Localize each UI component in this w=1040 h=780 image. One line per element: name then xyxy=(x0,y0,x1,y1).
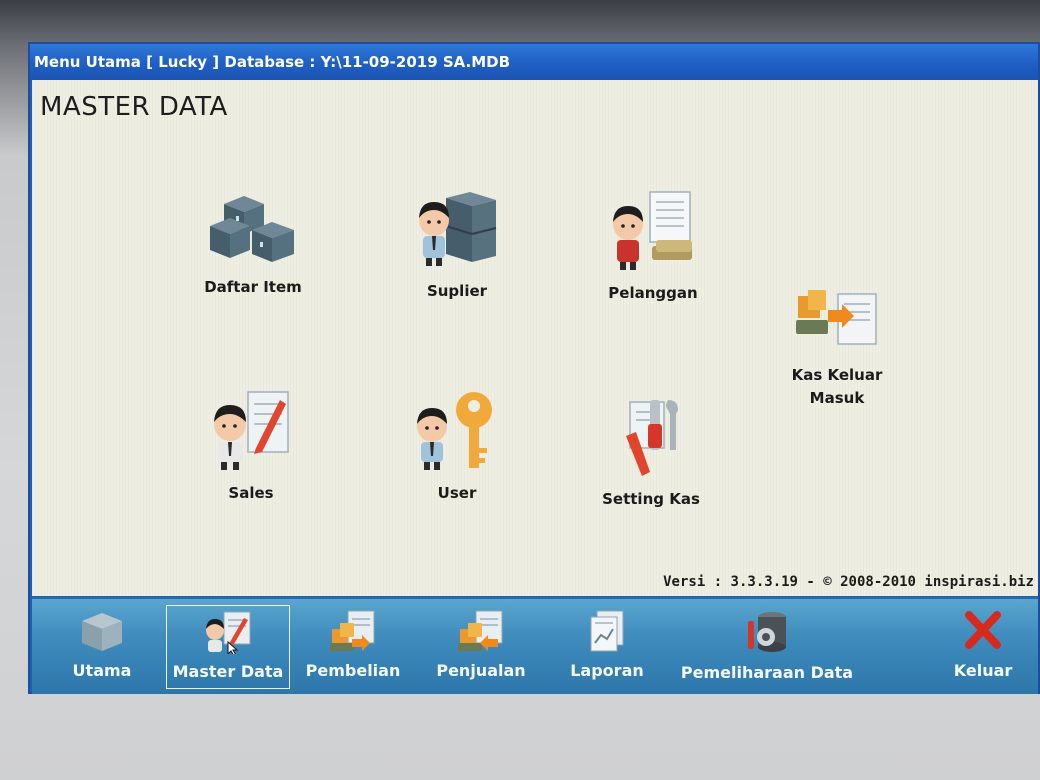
toolbar-laporan-label: Laporan xyxy=(570,661,644,680)
version-info: Versi : 3.3.3.19 - © 2008-2010 inspirasi… xyxy=(663,574,1034,590)
toolbar-master-data-label: Master Data xyxy=(172,662,284,681)
toolbar-keluar-label: Keluar xyxy=(953,661,1013,680)
menu-setting-kas-label: Setting Kas xyxy=(602,490,700,508)
master-data-panel: MASTER DATA Daftar Item Suplier Pelangga… xyxy=(32,80,1038,596)
user-key-icon xyxy=(417,392,492,470)
menu-user-label: User xyxy=(437,484,477,502)
menu-sales[interactable]: Sales xyxy=(176,388,326,505)
toolbar-keluar[interactable]: Keluar xyxy=(938,605,1028,689)
customer-icon xyxy=(613,191,692,270)
toolbar-pembelian[interactable]: Pembelian xyxy=(298,605,408,689)
toolbar-pembelian-label: Pembelian xyxy=(305,661,401,680)
exit-x-icon xyxy=(965,611,1001,649)
window-title-bar[interactable]: Menu Utama [ Lucky ] Database : Y:\11-09… xyxy=(30,44,1038,80)
menu-suplier-label: Suplier xyxy=(426,282,488,300)
toolbar-penjualan-label: Penjualan xyxy=(436,661,526,680)
cash-flow-icon xyxy=(796,290,877,345)
maintenance-icon xyxy=(748,612,786,652)
sales-icon xyxy=(214,391,289,470)
purchase-icon xyxy=(330,610,375,651)
toolbar-master-data[interactable]: Master Data xyxy=(166,605,290,689)
master-data-icon xyxy=(206,611,251,654)
menu-setting-kas[interactable]: Setting Kas xyxy=(576,396,726,511)
menu-kas-keluar-masuk-label: Kas Keluar Masuk xyxy=(791,366,883,407)
toolbar-penjualan[interactable]: Penjualan xyxy=(426,605,536,689)
page-title: MASTER DATA xyxy=(40,92,228,122)
sales-transaction-icon xyxy=(458,610,503,651)
boxes-icon xyxy=(210,196,294,262)
main-window: Menu Utama [ Lucky ] Database : Y:\11-09… xyxy=(28,42,1040,694)
toolbar-utama[interactable]: Utama xyxy=(52,605,152,689)
toolbar-laporan[interactable]: Laporan xyxy=(560,605,654,689)
toolbar-utama-label: Utama xyxy=(72,661,132,680)
menu-pelanggan-label: Pelanggan xyxy=(608,284,698,302)
menu-kas-keluar-masuk[interactable]: Kas Keluar Masuk xyxy=(762,290,912,410)
toolbar-pemeliharaan-data[interactable]: Pemeliharaan Data xyxy=(672,605,862,689)
supplier-icon xyxy=(419,192,497,266)
menu-sales-label: Sales xyxy=(228,484,274,502)
menu-suplier[interactable]: Suplier xyxy=(382,190,532,303)
report-icon xyxy=(590,610,624,652)
home-box-icon xyxy=(82,613,122,651)
menu-user[interactable]: User xyxy=(382,390,532,505)
bottom-toolbar: Utama Master Data Pembelian Penjualan La… xyxy=(32,597,1038,694)
menu-daftar-item[interactable]: Daftar Item xyxy=(178,190,328,299)
window-title: Menu Utama [ Lucky ] Database : Y:\11-09… xyxy=(34,53,511,71)
menu-pelanggan[interactable]: Pelanggan xyxy=(578,190,728,305)
settings-tools-icon xyxy=(626,400,678,476)
toolbar-pemeliharaan-data-label: Pemeliharaan Data xyxy=(680,663,854,682)
menu-daftar-item-label: Daftar Item xyxy=(204,278,302,296)
